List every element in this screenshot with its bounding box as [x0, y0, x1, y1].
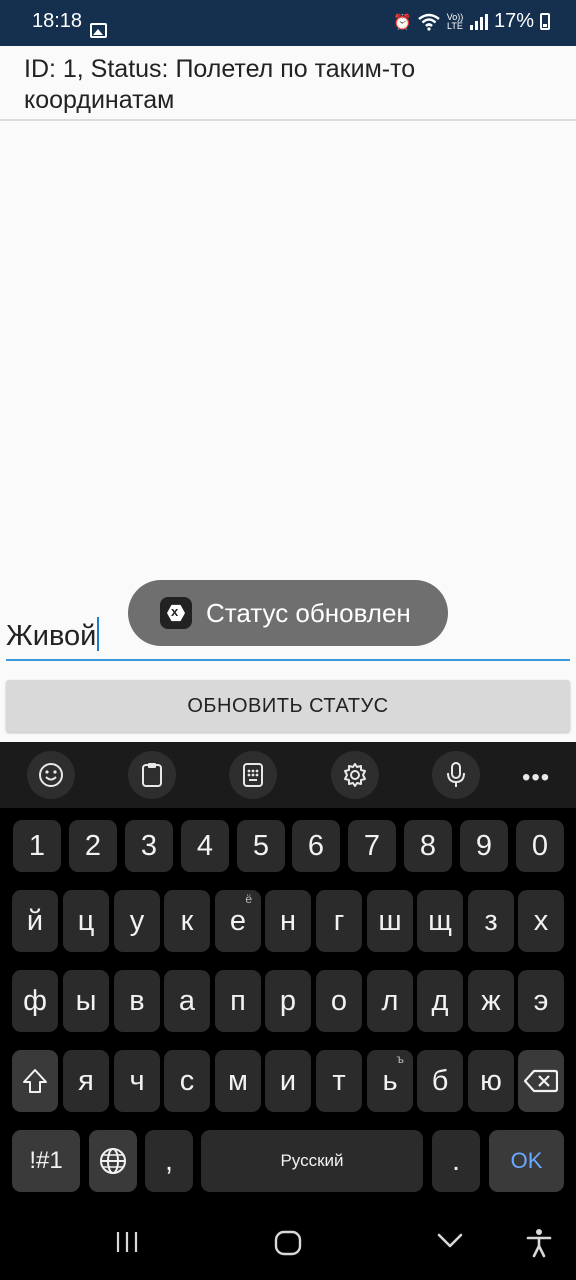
update-status-button[interactable]: ОБНОВИТЬ СТАТУС [6, 680, 570, 732]
key-ю[interactable]: ю [468, 1050, 514, 1112]
shift-icon [23, 1069, 47, 1093]
key-з[interactable]: з [468, 890, 514, 952]
key-8[interactable]: 8 [404, 820, 452, 872]
ok-key[interactable]: OK [489, 1130, 564, 1192]
clipboard-icon[interactable] [128, 751, 176, 799]
emoji-icon[interactable] [27, 751, 75, 799]
alarm-icon: ⏰ [393, 13, 412, 31]
navigation-bar [0, 1202, 576, 1280]
backspace-icon [524, 1069, 558, 1093]
home-icon[interactable] [274, 1230, 302, 1261]
key-ь-alt: ъ [396, 1052, 405, 1066]
key-9[interactable]: 9 [460, 820, 508, 872]
entry-value: Живой [6, 620, 97, 652]
status-bar: 18:18 ⏰ Vo)) LTE 17% [0, 0, 576, 46]
key-п[interactable]: п [215, 970, 261, 1032]
key-ц[interactable]: ц [63, 890, 109, 952]
key-д[interactable]: д [417, 970, 463, 1032]
battery-percent: 17% [493, 10, 534, 32]
period-key[interactable]: . [432, 1130, 480, 1192]
status-time: 18:18 [32, 10, 83, 32]
shift-key[interactable] [12, 1050, 58, 1112]
status-indicators: ⏰ Vo)) LTE 17% [393, 10, 550, 33]
key-ы[interactable]: ы [63, 970, 109, 1032]
key-р[interactable]: р [265, 970, 311, 1032]
key-е[interactable]: её [215, 890, 261, 952]
more-icon[interactable]: ••• [522, 764, 550, 792]
accessibility-icon[interactable] [526, 1228, 552, 1263]
key-6[interactable]: 6 [292, 820, 340, 872]
key-х[interactable]: х [518, 890, 564, 952]
gear-icon[interactable] [331, 751, 379, 799]
keyboard-toolbar: ••• [0, 742, 576, 808]
key-л[interactable]: л [367, 970, 413, 1032]
language-key[interactable] [89, 1130, 137, 1192]
divider [0, 119, 576, 121]
symbols-key[interactable]: !#1 [12, 1130, 80, 1192]
status-text: ID: 1, Status: Полетел по таким-то коорд… [24, 55, 416, 114]
keyboard: ••• 1 2 3 4 5 6 7 8 9 0 й ц у к её н г ш… [0, 742, 576, 1202]
key-г[interactable]: г [316, 890, 362, 952]
key-я[interactable]: я [63, 1050, 109, 1112]
toast-notification: Статус обновлен [128, 580, 448, 646]
key-т[interactable]: т [316, 1050, 362, 1112]
key-е-alt: ё [245, 892, 252, 906]
globe-icon [100, 1148, 126, 1174]
battery-icon [540, 13, 550, 30]
key-5[interactable]: 5 [237, 820, 285, 872]
key-ь[interactable]: ьъ [367, 1050, 413, 1112]
back-chevron-icon[interactable] [436, 1230, 464, 1257]
key-э[interactable]: э [518, 970, 564, 1032]
key-2[interactable]: 2 [69, 820, 117, 872]
key-ч[interactable]: ч [114, 1050, 160, 1112]
key-у[interactable]: у [114, 890, 160, 952]
comma-key[interactable]: , [145, 1130, 193, 1192]
key-а[interactable]: а [164, 970, 210, 1032]
key-и[interactable]: и [265, 1050, 311, 1112]
key-е-label: е [229, 904, 247, 937]
key-с[interactable]: с [164, 1050, 210, 1112]
toast-text: Статус обновлен [206, 598, 411, 628]
key-7[interactable]: 7 [348, 820, 396, 872]
recent-apps-icon[interactable] [114, 1230, 140, 1259]
key-в[interactable]: в [114, 970, 160, 1032]
key-1[interactable]: 1 [13, 820, 61, 872]
app-icon [160, 597, 192, 629]
key-м[interactable]: м [215, 1050, 261, 1112]
text-cursor [97, 617, 100, 651]
key-ш[interactable]: ш [367, 890, 413, 952]
gallery-notification-icon [90, 23, 107, 38]
key-к[interactable]: к [164, 890, 210, 952]
key-й[interactable]: й [12, 890, 58, 952]
key-н[interactable]: н [265, 890, 311, 952]
key-3[interactable]: 3 [125, 820, 173, 872]
keypad-icon[interactable] [229, 751, 277, 799]
volte-indicator: Vo)) LTE [446, 11, 464, 31]
space-key[interactable]: Русский [201, 1130, 423, 1192]
key-ь-label: ь [382, 1064, 398, 1097]
key-ж[interactable]: ж [468, 970, 514, 1032]
key-о[interactable]: о [316, 970, 362, 1032]
signal-icon [469, 13, 488, 30]
key-б[interactable]: б [417, 1050, 463, 1112]
key-ф[interactable]: ф [12, 970, 58, 1032]
wifi-icon [418, 13, 440, 31]
key-щ[interactable]: щ [417, 890, 463, 952]
key-4[interactable]: 4 [181, 820, 229, 872]
backspace-key[interactable] [518, 1050, 564, 1112]
key-0[interactable]: 0 [516, 820, 564, 872]
microphone-icon[interactable] [432, 751, 480, 799]
